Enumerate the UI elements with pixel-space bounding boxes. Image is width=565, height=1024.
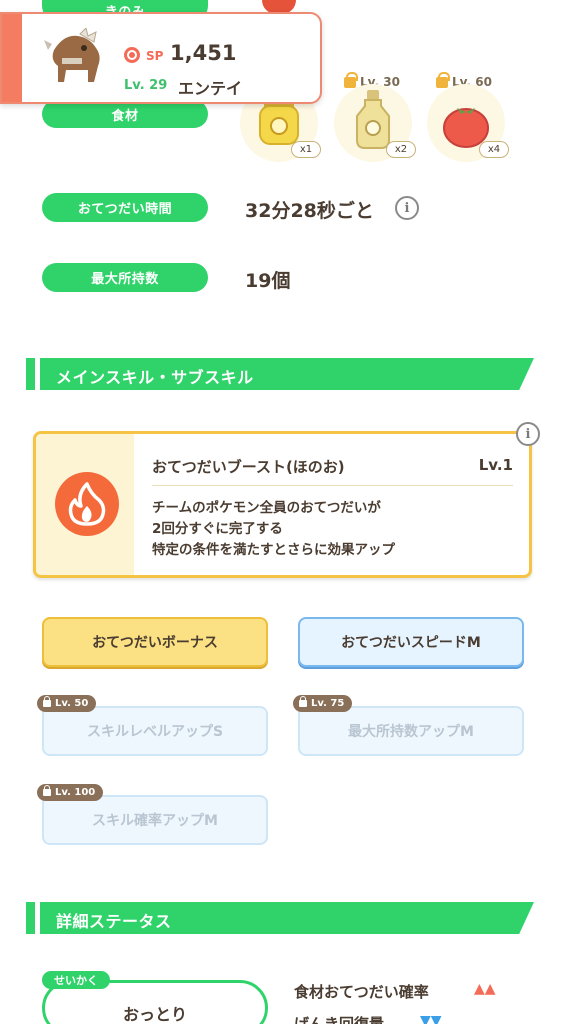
pokemon-level: Lv. 29 <box>124 78 168 93</box>
lock-icon <box>43 785 51 796</box>
details-section-header: 詳細ステータス <box>26 902 534 934</box>
ingredients-label: 食材 <box>42 100 208 128</box>
sp-label: SP <box>146 49 164 63</box>
lock-icon <box>299 696 307 707</box>
sub-skill-lock-lv50: Lv. 50 <box>37 695 97 712</box>
sub-skill-lock-lv100: Lv. 100 <box>37 784 104 801</box>
sub-skill-trigger-up-m[interactable]: スキル確率アップM <box>42 795 268 845</box>
down-arrows-icon: ▼▼ <box>420 1013 442 1024</box>
skills-section-title: メインスキル・サブスキル <box>56 368 254 387</box>
max-carry-value: 19個 <box>245 270 291 292</box>
details-section-title: 詳細ステータス <box>56 912 172 931</box>
skills-section-header: メインスキル・サブスキル <box>26 358 534 390</box>
sub-skill-inventory-up-m[interactable]: 最大所持数アップM <box>298 706 524 756</box>
ingredient-count-3: x4 <box>479 141 509 158</box>
main-skill-name: おてつだいブースト(ほのお) <box>152 458 345 476</box>
sp-value: 1,451 <box>170 41 237 65</box>
nature-name: おっとり <box>122 1005 187 1024</box>
max-carry-label: 最大所持数 <box>42 263 208 292</box>
nature-tag: せいかく <box>42 971 110 989</box>
card-stripe <box>2 14 22 102</box>
help-time-info-icon[interactable]: i <box>395 196 419 220</box>
main-skill-level: Lv.1 <box>478 456 513 474</box>
ingredient-count-1: x1 <box>291 141 321 158</box>
help-time-value: 32分28秒ごと <box>245 200 374 222</box>
up-arrows-icon: ▲▲ <box>474 981 496 997</box>
help-time-label: おてつだい時間 <box>42 193 208 222</box>
lock-icon <box>43 696 51 707</box>
sub-skill-helping-bonus[interactable]: おてつだいボーナス <box>42 617 268 667</box>
nature-effect-up: 食材おてつだい確率 <box>294 983 429 1001</box>
sub-skill-helping-speed-m[interactable]: おてつだいスピードM <box>298 617 524 667</box>
pokemon-summary-card[interactable]: SP 1,451 Lv. 29 エンテイ <box>0 12 322 104</box>
ingredient-count-2: x2 <box>386 141 416 158</box>
sub-skill-skill-level-up-s[interactable]: スキルレベルアップS <box>42 706 268 756</box>
entei-sprite <box>44 28 100 82</box>
fire-icon <box>55 472 119 536</box>
pokemon-name: エンテイ <box>178 79 243 98</box>
main-skill-info-icon[interactable]: i <box>516 422 540 446</box>
sp-icon <box>124 47 140 63</box>
main-skill-description: チームのポケモン全員のおてつだいが 2回分すぐに完了する 特定の条件を満たすとさ… <box>152 500 395 558</box>
main-skill-card[interactable]: おてつだいブースト(ほのお) Lv.1 チームのポケモン全員のおてつだいが 2回… <box>33 431 532 578</box>
sub-skill-lock-lv75: Lv. 75 <box>293 695 353 712</box>
nature-effect-down: げんき回復量 <box>294 1015 385 1024</box>
skill-divider <box>152 485 513 486</box>
